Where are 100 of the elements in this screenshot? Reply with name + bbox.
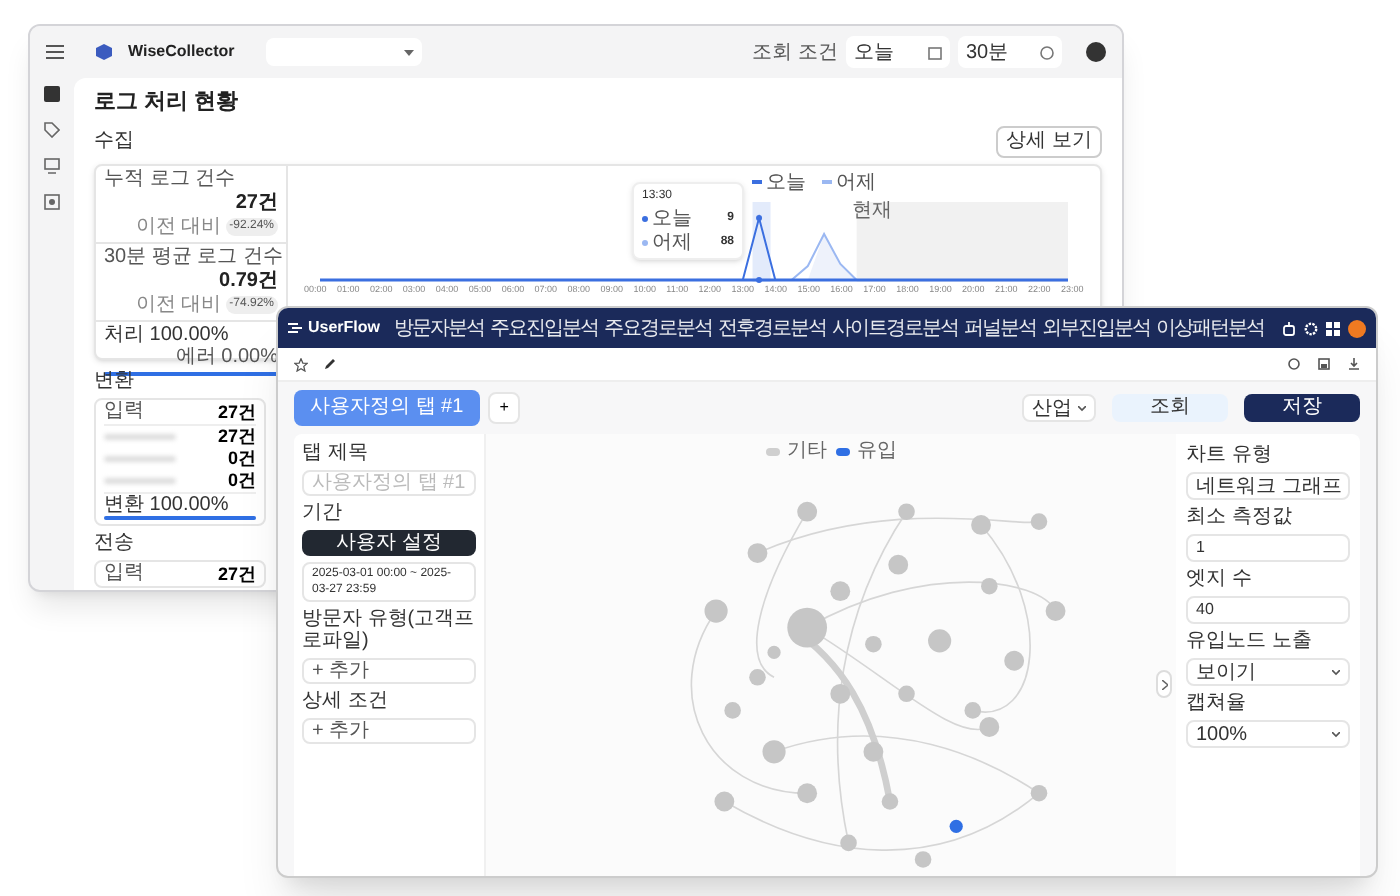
stat-value: 0.79건	[219, 269, 278, 293]
cube-icon	[96, 44, 112, 60]
graph-node[interactable]	[713, 791, 734, 812]
graph-node[interactable]	[1003, 650, 1024, 671]
select-field[interactable]: 100%	[1186, 720, 1350, 748]
nav-link[interactable]: 방문자분석	[394, 313, 485, 343]
compare-label: 이전 대비	[135, 293, 222, 315]
graph-node[interactable]	[796, 783, 817, 804]
filter-label: 조회 조건	[752, 39, 838, 67]
graph-node[interactable]	[913, 851, 931, 868]
period-button[interactable]: 사용자 설정	[302, 530, 476, 556]
add-filter-button[interactable]: + 추가	[302, 718, 476, 744]
menu-icon[interactable]	[46, 44, 64, 60]
date-field[interactable]: 오늘	[846, 36, 950, 68]
row-label: 입력	[104, 399, 144, 423]
graph-node[interactable]	[862, 741, 883, 762]
legend-label: 기타	[787, 440, 827, 462]
graph-node[interactable]	[1029, 784, 1047, 802]
row-label: 입력	[104, 561, 144, 585]
graph-node[interactable]	[748, 669, 765, 686]
page-title: 로그 처리 현황	[94, 88, 241, 118]
legend-label: 유입	[857, 440, 897, 462]
chevron-right-icon	[1161, 679, 1167, 689]
nav-link[interactable]: 전후경로분석	[718, 313, 827, 343]
graph-node[interactable]	[723, 702, 740, 719]
search-button[interactable]: 조회	[1112, 394, 1228, 422]
graph-node[interactable]	[839, 834, 856, 852]
graph-node[interactable]	[786, 607, 827, 648]
graph-node[interactable]	[980, 577, 997, 595]
grid-icon[interactable]	[1326, 321, 1340, 335]
graph-node[interactable]	[703, 599, 727, 623]
graph-node[interactable]	[887, 554, 908, 575]
row-value: 27건	[217, 399, 256, 423]
app-name: UserFlow	[308, 316, 381, 340]
graph-node[interactable]	[761, 740, 785, 764]
field-label: 유입노드 노출	[1186, 630, 1314, 652]
stat-label: 30분 평균 로그 건수	[104, 245, 278, 269]
graph-node[interactable]	[1029, 513, 1047, 530]
select-field[interactable]: 보이기	[1186, 658, 1350, 686]
input-field[interactable]: 40	[1186, 596, 1350, 624]
star-icon[interactable]	[294, 357, 308, 371]
nav-link[interactable]: 이상패턴분석	[1156, 313, 1265, 343]
graph-node[interactable]	[948, 819, 962, 833]
avatar[interactable]	[1348, 319, 1366, 337]
graph-node[interactable]	[829, 581, 850, 602]
field-label: 상세 조건	[302, 690, 390, 712]
select-field[interactable]: 네트워크 그래프	[1186, 472, 1350, 500]
section-title: 변환	[94, 369, 134, 391]
section-title: 수집	[94, 128, 134, 156]
avatar[interactable]	[1086, 42, 1106, 62]
chevron-down-icon	[1332, 731, 1340, 737]
error-rate: 에러 0.00%	[175, 345, 278, 367]
graph-node[interactable]	[829, 683, 850, 704]
tab-title-field[interactable]: 사용자정의 탭 #1	[302, 470, 476, 496]
now-label: 현재	[852, 201, 892, 221]
graph-node[interactable]	[970, 515, 990, 535]
chevron-down-icon	[1078, 405, 1086, 411]
compare-label: 이전 대비	[135, 215, 222, 237]
nav-link[interactable]: 주요진입분석	[490, 313, 599, 343]
graph-node[interactable]	[927, 629, 951, 653]
graph-node[interactable]	[796, 501, 817, 522]
download-icon[interactable]	[1348, 358, 1360, 370]
sort-dropdown[interactable]: 산업	[1022, 394, 1096, 422]
row-value: 0건	[227, 447, 256, 469]
graph-node[interactable]	[978, 717, 999, 737]
flow-logo-icon	[288, 322, 302, 334]
interval-field[interactable]: 30분	[958, 36, 1062, 68]
tooltip-series: 어제	[652, 231, 692, 253]
legend-label: 오늘	[766, 171, 806, 193]
field-label: 탭 제목	[302, 442, 370, 464]
nav-link[interactable]: 외부진입분석	[1042, 313, 1151, 343]
graph-node[interactable]	[766, 645, 780, 660]
nav-link[interactable]: 퍼널분석	[964, 313, 1037, 343]
field-label: 기간	[302, 502, 344, 524]
graph-node[interactable]	[1044, 601, 1065, 621]
nav-link[interactable]: 사이트경로분석	[832, 313, 959, 343]
row-value: 0건	[227, 469, 256, 491]
nav-link[interactable]: 주요경로분석	[604, 313, 713, 343]
add-filter-button[interactable]: + 추가	[302, 658, 476, 684]
app-name: WiseCollector	[128, 40, 235, 64]
graph-node[interactable]	[963, 702, 981, 719]
input-field[interactable]: 1	[1186, 534, 1350, 562]
graph-node[interactable]	[864, 635, 881, 653]
graph-node[interactable]	[746, 543, 767, 563]
save-button[interactable]: 저장	[1244, 394, 1360, 422]
monitor-icon[interactable]	[44, 158, 60, 174]
row-value: 27건	[217, 425, 256, 447]
project-dropdown[interactable]	[266, 38, 423, 66]
section-title: 전송	[94, 531, 134, 553]
collapse-button[interactable]	[1156, 670, 1172, 698]
graph-node[interactable]	[897, 503, 914, 520]
caret-icon	[404, 49, 415, 55]
add-tab-button[interactable]: +	[487, 392, 521, 424]
dashboard-icon[interactable]	[44, 86, 60, 102]
save-icon[interactable]	[1318, 358, 1330, 370]
detail-button[interactable]: 상세 보기	[996, 125, 1102, 157]
tag-icon[interactable]	[44, 122, 60, 138]
stat-value: 27건	[235, 191, 278, 215]
graph-node[interactable]	[880, 793, 898, 810]
graph-node[interactable]	[897, 685, 914, 703]
